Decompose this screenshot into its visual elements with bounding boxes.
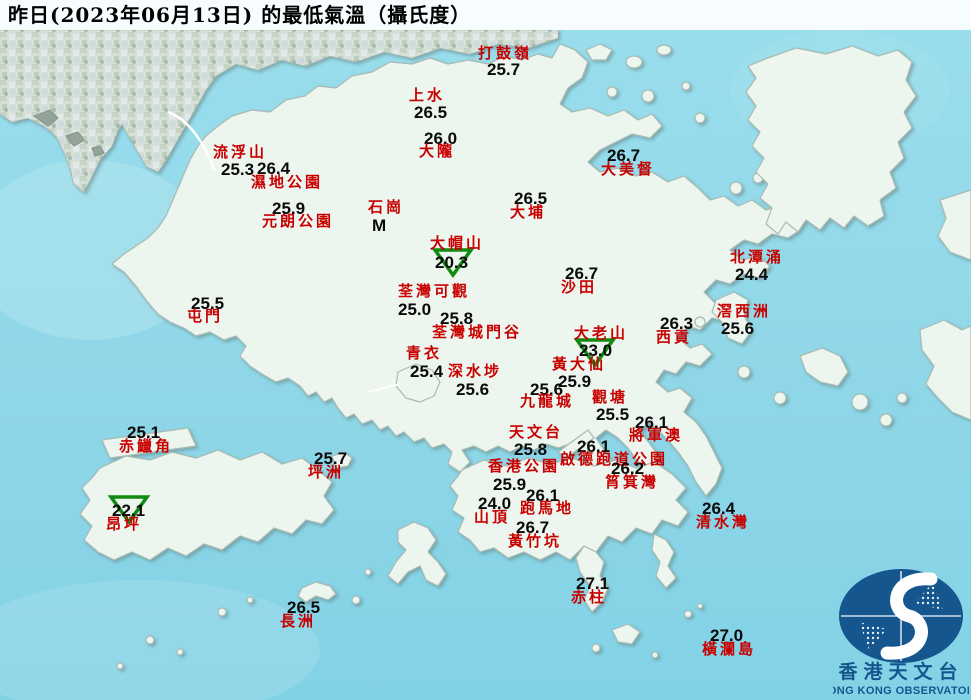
station-name: 筲箕灣 — [605, 473, 660, 491]
station-value: 25.9 — [493, 475, 527, 494]
hko-logo-english: HONG KONG OBSERVATORY — [833, 685, 969, 697]
station-value: 25.0 — [398, 300, 432, 319]
station-name: 大美督 — [601, 160, 656, 178]
station-name: 大帽山 — [430, 234, 485, 252]
station-name: 濕地公園 — [251, 173, 324, 191]
station-name: 清水灣 — [696, 513, 751, 531]
station-name: 黃大仙 — [552, 355, 607, 373]
station-name: 打鼓嶺 — [478, 44, 533, 62]
stations-layer: 25.7 打鼓嶺 26.5 上水 26.0 大隴 25.3 流浮山 26.4 濕地公園 25.9 元朗… — [0, 0, 971, 700]
hko-min-temp-map: 昨日(2023年06月13日) 的最低氣溫（攝氏度） 25.7 打鼓嶺 26.5 上水… — [0, 0, 971, 700]
station-name: 深水埗 — [448, 362, 503, 380]
station-name: 赤鱲角 — [119, 437, 174, 455]
station-name: 石崗 — [368, 198, 405, 216]
station-name: 滘西洲 — [717, 302, 772, 320]
station-value: 25.7 — [487, 60, 521, 79]
station-value: 25.3 — [221, 160, 255, 179]
station-name: 大老山 — [574, 324, 629, 342]
station-name: 荃灣城門谷 — [432, 323, 523, 341]
station-name: 坪洲 — [308, 463, 345, 481]
station-name: 青衣 — [406, 344, 443, 362]
station-name: 九龍城 — [520, 392, 575, 410]
station-name: 將軍澳 — [629, 426, 684, 444]
station-name: 香港公園 — [488, 457, 561, 475]
station-name: 長洲 — [280, 612, 317, 630]
station-value: M — [372, 216, 387, 235]
station-value: 20.3 — [435, 253, 469, 272]
station-name: 屯門 — [187, 307, 224, 325]
hko-logo-chinese: 香港天文台 — [837, 660, 963, 683]
station-name: 流浮山 — [213, 143, 268, 161]
station-name: 黃竹坑 — [508, 532, 563, 550]
station-value: 24.4 — [735, 265, 769, 284]
station-value: 25.6 — [456, 380, 490, 399]
station-name: 北潭涌 — [730, 248, 785, 266]
station-value: 25.4 — [410, 362, 444, 381]
station-value: 26.5 — [414, 103, 448, 122]
station-name: 上水 — [409, 86, 446, 104]
station-value: 25.8 — [514, 440, 548, 459]
station-value: 25.6 — [721, 319, 755, 338]
station-name: 山頂 — [474, 508, 511, 526]
station-name: 跑馬地 — [520, 499, 575, 517]
station-value: 25.5 — [596, 405, 630, 424]
station-name: 大埔 — [510, 203, 547, 221]
station-name: 大隴 — [419, 142, 456, 160]
station-name: 赤柱 — [571, 588, 608, 606]
station-name: 橫瀾島 — [702, 640, 757, 658]
station-name: 昂坪 — [106, 515, 143, 533]
station-name: 元朗公園 — [262, 212, 335, 230]
station-name: 荃灣可觀 — [398, 282, 471, 300]
hko-logo: 香港天文台 HONG KONG OBSERVATORY — [833, 569, 969, 697]
station-name: 沙田 — [561, 278, 598, 296]
station-name: 觀塘 — [592, 388, 629, 406]
station-name: 西貢 — [656, 328, 693, 346]
station-name: 天文台 — [509, 423, 564, 441]
